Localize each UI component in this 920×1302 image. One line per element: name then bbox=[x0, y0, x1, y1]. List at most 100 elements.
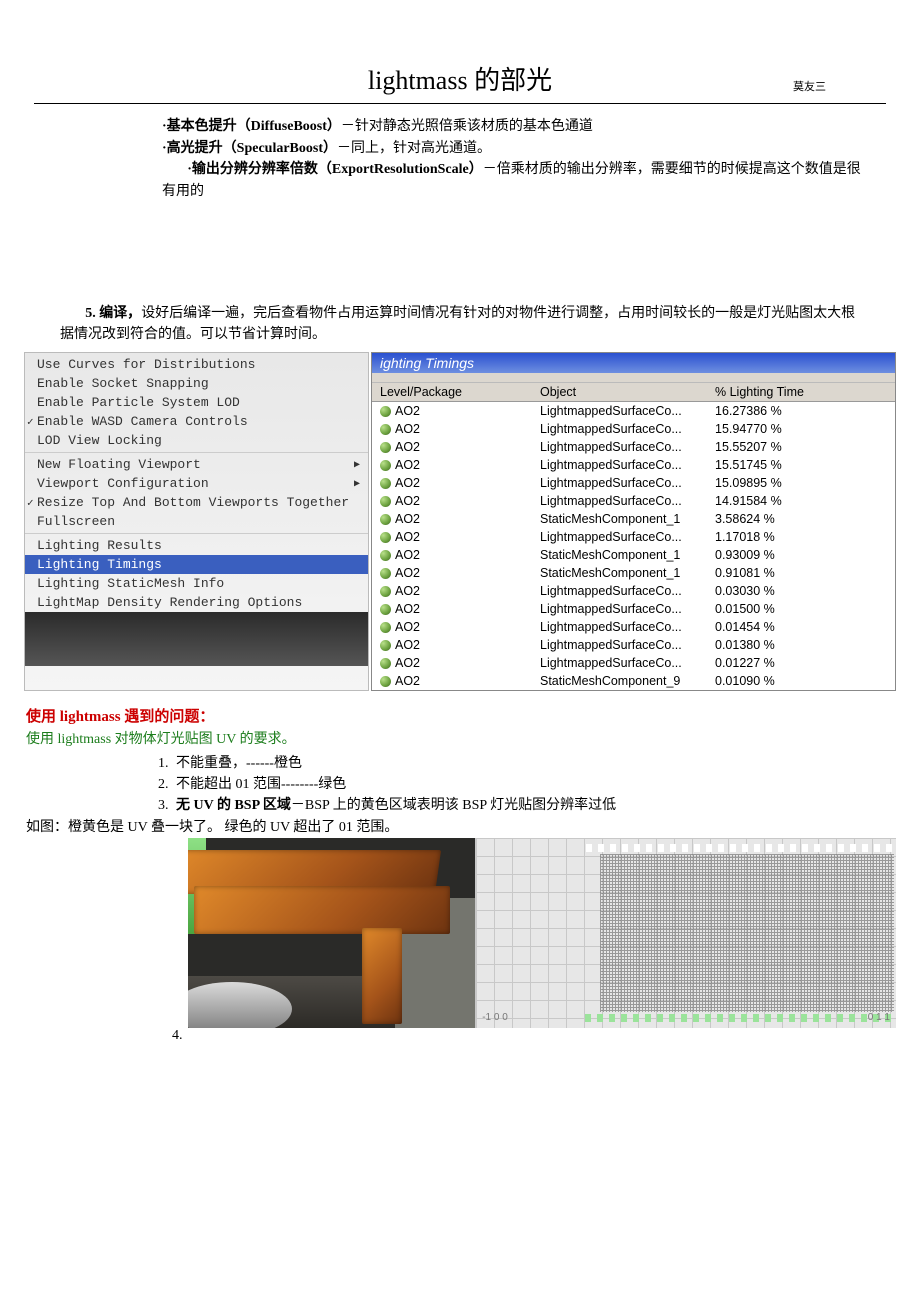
menu-item[interactable]: LOD View Locking bbox=[25, 431, 368, 450]
problem-1-text: 不能重叠，------橙色 bbox=[176, 756, 302, 771]
menu-item[interactable]: Resize Top And Bottom Viewports Together bbox=[25, 493, 368, 512]
cell-percent: 16.27386 % bbox=[707, 402, 839, 420]
table-row[interactable]: AO2LightmappedSurfaceCo...0.01227 % bbox=[372, 654, 895, 672]
cell-object: LightmappedSurfaceCo... bbox=[532, 600, 707, 618]
cell-level-text: AO2 bbox=[395, 494, 420, 508]
table-row[interactable]: AO2LightmappedSurfaceCo...1.17018 % bbox=[372, 528, 895, 546]
uv-triangles-bottom bbox=[585, 1014, 894, 1022]
bullet-2-text: －同上，针对高光通道。 bbox=[337, 141, 491, 156]
cell-level-text: AO2 bbox=[395, 512, 420, 526]
cell-level-text: AO2 bbox=[395, 530, 420, 544]
cell-object: StaticMeshComponent_9 bbox=[532, 672, 707, 690]
page-header: lightmass 的部光 莫友三 bbox=[24, 60, 896, 97]
menu-item[interactable]: Enable Particle System LOD bbox=[25, 393, 368, 412]
th-object[interactable]: Object bbox=[532, 383, 707, 401]
cell-level: AO2 bbox=[372, 492, 532, 510]
section-5: 5. 编译，设好后编译一遍，完后查看物件占用运算时间情况有针对的对物件进行调整，… bbox=[60, 303, 868, 346]
sphere-icon bbox=[380, 496, 391, 507]
cell-object: LightmappedSurfaceCo... bbox=[532, 636, 707, 654]
table-row[interactable]: AO2LightmappedSurfaceCo...0.01380 % bbox=[372, 636, 895, 654]
menu-item[interactable]: Fullscreen bbox=[25, 512, 368, 531]
cell-object: LightmappedSurfaceCo... bbox=[532, 528, 707, 546]
cell-level-text: AO2 bbox=[395, 458, 420, 472]
uv-editor: -1 0 0 0 1 1 bbox=[475, 838, 896, 1028]
cell-object: LightmappedSurfaceCo... bbox=[532, 420, 707, 438]
sphere-icon bbox=[380, 442, 391, 453]
table-row[interactable]: AO2LightmappedSurfaceCo...0.01500 % bbox=[372, 600, 895, 618]
cell-object: LightmappedSurfaceCo... bbox=[532, 402, 707, 420]
cell-level: AO2 bbox=[372, 618, 532, 636]
render-preview bbox=[188, 838, 475, 1028]
cell-level: AO2 bbox=[372, 456, 532, 474]
menu-group-3: Lighting ResultsLighting TimingsLighting… bbox=[25, 536, 368, 612]
table-title: ighting Timings bbox=[372, 353, 895, 373]
problem-3-text: －BSP 上的黄色区域表明该 BSP 灯光贴图分辨率过低 bbox=[291, 798, 616, 813]
table-row[interactable]: AO2LightmappedSurfaceCo...15.94770 % bbox=[372, 420, 895, 438]
menu-item[interactable]: Enable WASD Camera Controls bbox=[25, 412, 368, 431]
cell-object: StaticMeshComponent_1 bbox=[532, 564, 707, 582]
menu-item[interactable]: Lighting StaticMesh Info bbox=[25, 574, 368, 593]
table-row[interactable]: AO2StaticMeshComponent_90.01090 % bbox=[372, 672, 895, 690]
table-row[interactable]: AO2StaticMeshComponent_10.91081 % bbox=[372, 564, 895, 582]
cell-level: AO2 bbox=[372, 582, 532, 600]
cell-level: AO2 bbox=[372, 546, 532, 564]
sphere-icon bbox=[380, 586, 391, 597]
problem-item-3: 无 UV 的 BSP 区域－BSP 上的黄色区域表明该 BSP 灯光贴图分辨率过… bbox=[172, 794, 896, 814]
sphere-icon bbox=[380, 406, 391, 417]
header-rule bbox=[34, 103, 886, 104]
table-row[interactable]: AO2StaticMeshComponent_10.93009 % bbox=[372, 546, 895, 564]
menu-fade bbox=[25, 612, 368, 666]
sphere-icon bbox=[380, 532, 391, 543]
cell-object: LightmappedSurfaceCo... bbox=[532, 582, 707, 600]
cell-level-text: AO2 bbox=[395, 548, 420, 562]
cell-level: AO2 bbox=[372, 654, 532, 672]
bullet-1-text: －针对静态光照倍乘该材质的基本色通道 bbox=[341, 119, 593, 134]
cell-percent: 3.58624 % bbox=[707, 510, 839, 528]
sphere-icon bbox=[380, 658, 391, 669]
sphere-icon bbox=[380, 478, 391, 489]
cell-level: AO2 bbox=[372, 510, 532, 528]
cell-level-text: AO2 bbox=[395, 440, 420, 454]
sphere-icon bbox=[380, 640, 391, 651]
menu-item[interactable]: Use Curves for Distributions bbox=[25, 355, 368, 374]
menu-separator bbox=[25, 452, 368, 453]
uv-hatch bbox=[600, 854, 894, 1012]
cell-level-text: AO2 bbox=[395, 620, 420, 634]
menu-item[interactable]: Enable Socket Snapping bbox=[25, 374, 368, 393]
cell-level-text: AO2 bbox=[395, 584, 420, 598]
problem-2-text: 不能超出 01 范围--------绿色 bbox=[176, 777, 346, 792]
sphere-icon bbox=[380, 604, 391, 615]
menu-panel: Use Curves for DistributionsEnable Socke… bbox=[24, 352, 369, 691]
th-percent[interactable]: % Lighting Time bbox=[707, 383, 839, 401]
menu-item[interactable]: Lighting Results bbox=[25, 536, 368, 555]
table-row[interactable]: AO2 LightmappedSurfaceCo...16.27386 % bbox=[372, 402, 895, 420]
figure-row: -1 0 0 0 1 1 bbox=[188, 838, 896, 1028]
table-row[interactable]: AO2LightmappedSurfaceCo...15.09895 % bbox=[372, 474, 895, 492]
table-row[interactable]: AO2LightmappedSurfaceCo...15.55207 % bbox=[372, 438, 895, 456]
table-row[interactable]: AO2StaticMeshComponent_13.58624 % bbox=[372, 510, 895, 528]
cell-level: AO2 bbox=[372, 672, 532, 690]
cell-level: AO2 bbox=[372, 474, 532, 492]
lighting-timings-panel: ighting Timings Level/Package Object % L… bbox=[371, 352, 896, 691]
cell-object: LightmappedSurfaceCo... bbox=[532, 654, 707, 672]
submenu-arrow-icon: ▶ bbox=[354, 478, 360, 490]
menu-item[interactable]: Lighting Timings bbox=[25, 555, 368, 574]
cell-level-text: AO2 bbox=[395, 602, 420, 616]
table-row[interactable]: AO2LightmappedSurfaceCo...0.01454 % bbox=[372, 618, 895, 636]
menu-item[interactable]: Viewport Configuration▶ bbox=[25, 474, 368, 493]
table-row[interactable]: AO2LightmappedSurfaceCo...14.91584 % bbox=[372, 492, 895, 510]
cell-level-text: AO2 bbox=[395, 566, 420, 580]
cell-level: AO2 bbox=[372, 402, 532, 420]
cell-percent: 0.01380 % bbox=[707, 636, 839, 654]
cell-level: AO2 bbox=[372, 420, 532, 438]
cell-level-text: AO2 bbox=[395, 404, 420, 418]
table-row[interactable]: AO2LightmappedSurfaceCo...0.03030 % bbox=[372, 582, 895, 600]
menu-item[interactable]: New Floating Viewport▶ bbox=[25, 455, 368, 474]
cell-level-text: AO2 bbox=[395, 674, 420, 688]
sphere-icon bbox=[380, 424, 391, 435]
table-row[interactable]: AO2LightmappedSurfaceCo...15.51745 % bbox=[372, 456, 895, 474]
menu-item[interactable]: LightMap Density Rendering Options bbox=[25, 593, 368, 612]
cell-level: AO2 bbox=[372, 636, 532, 654]
page-author: 莫友三 bbox=[793, 78, 826, 94]
th-level[interactable]: Level/Package bbox=[372, 383, 532, 401]
